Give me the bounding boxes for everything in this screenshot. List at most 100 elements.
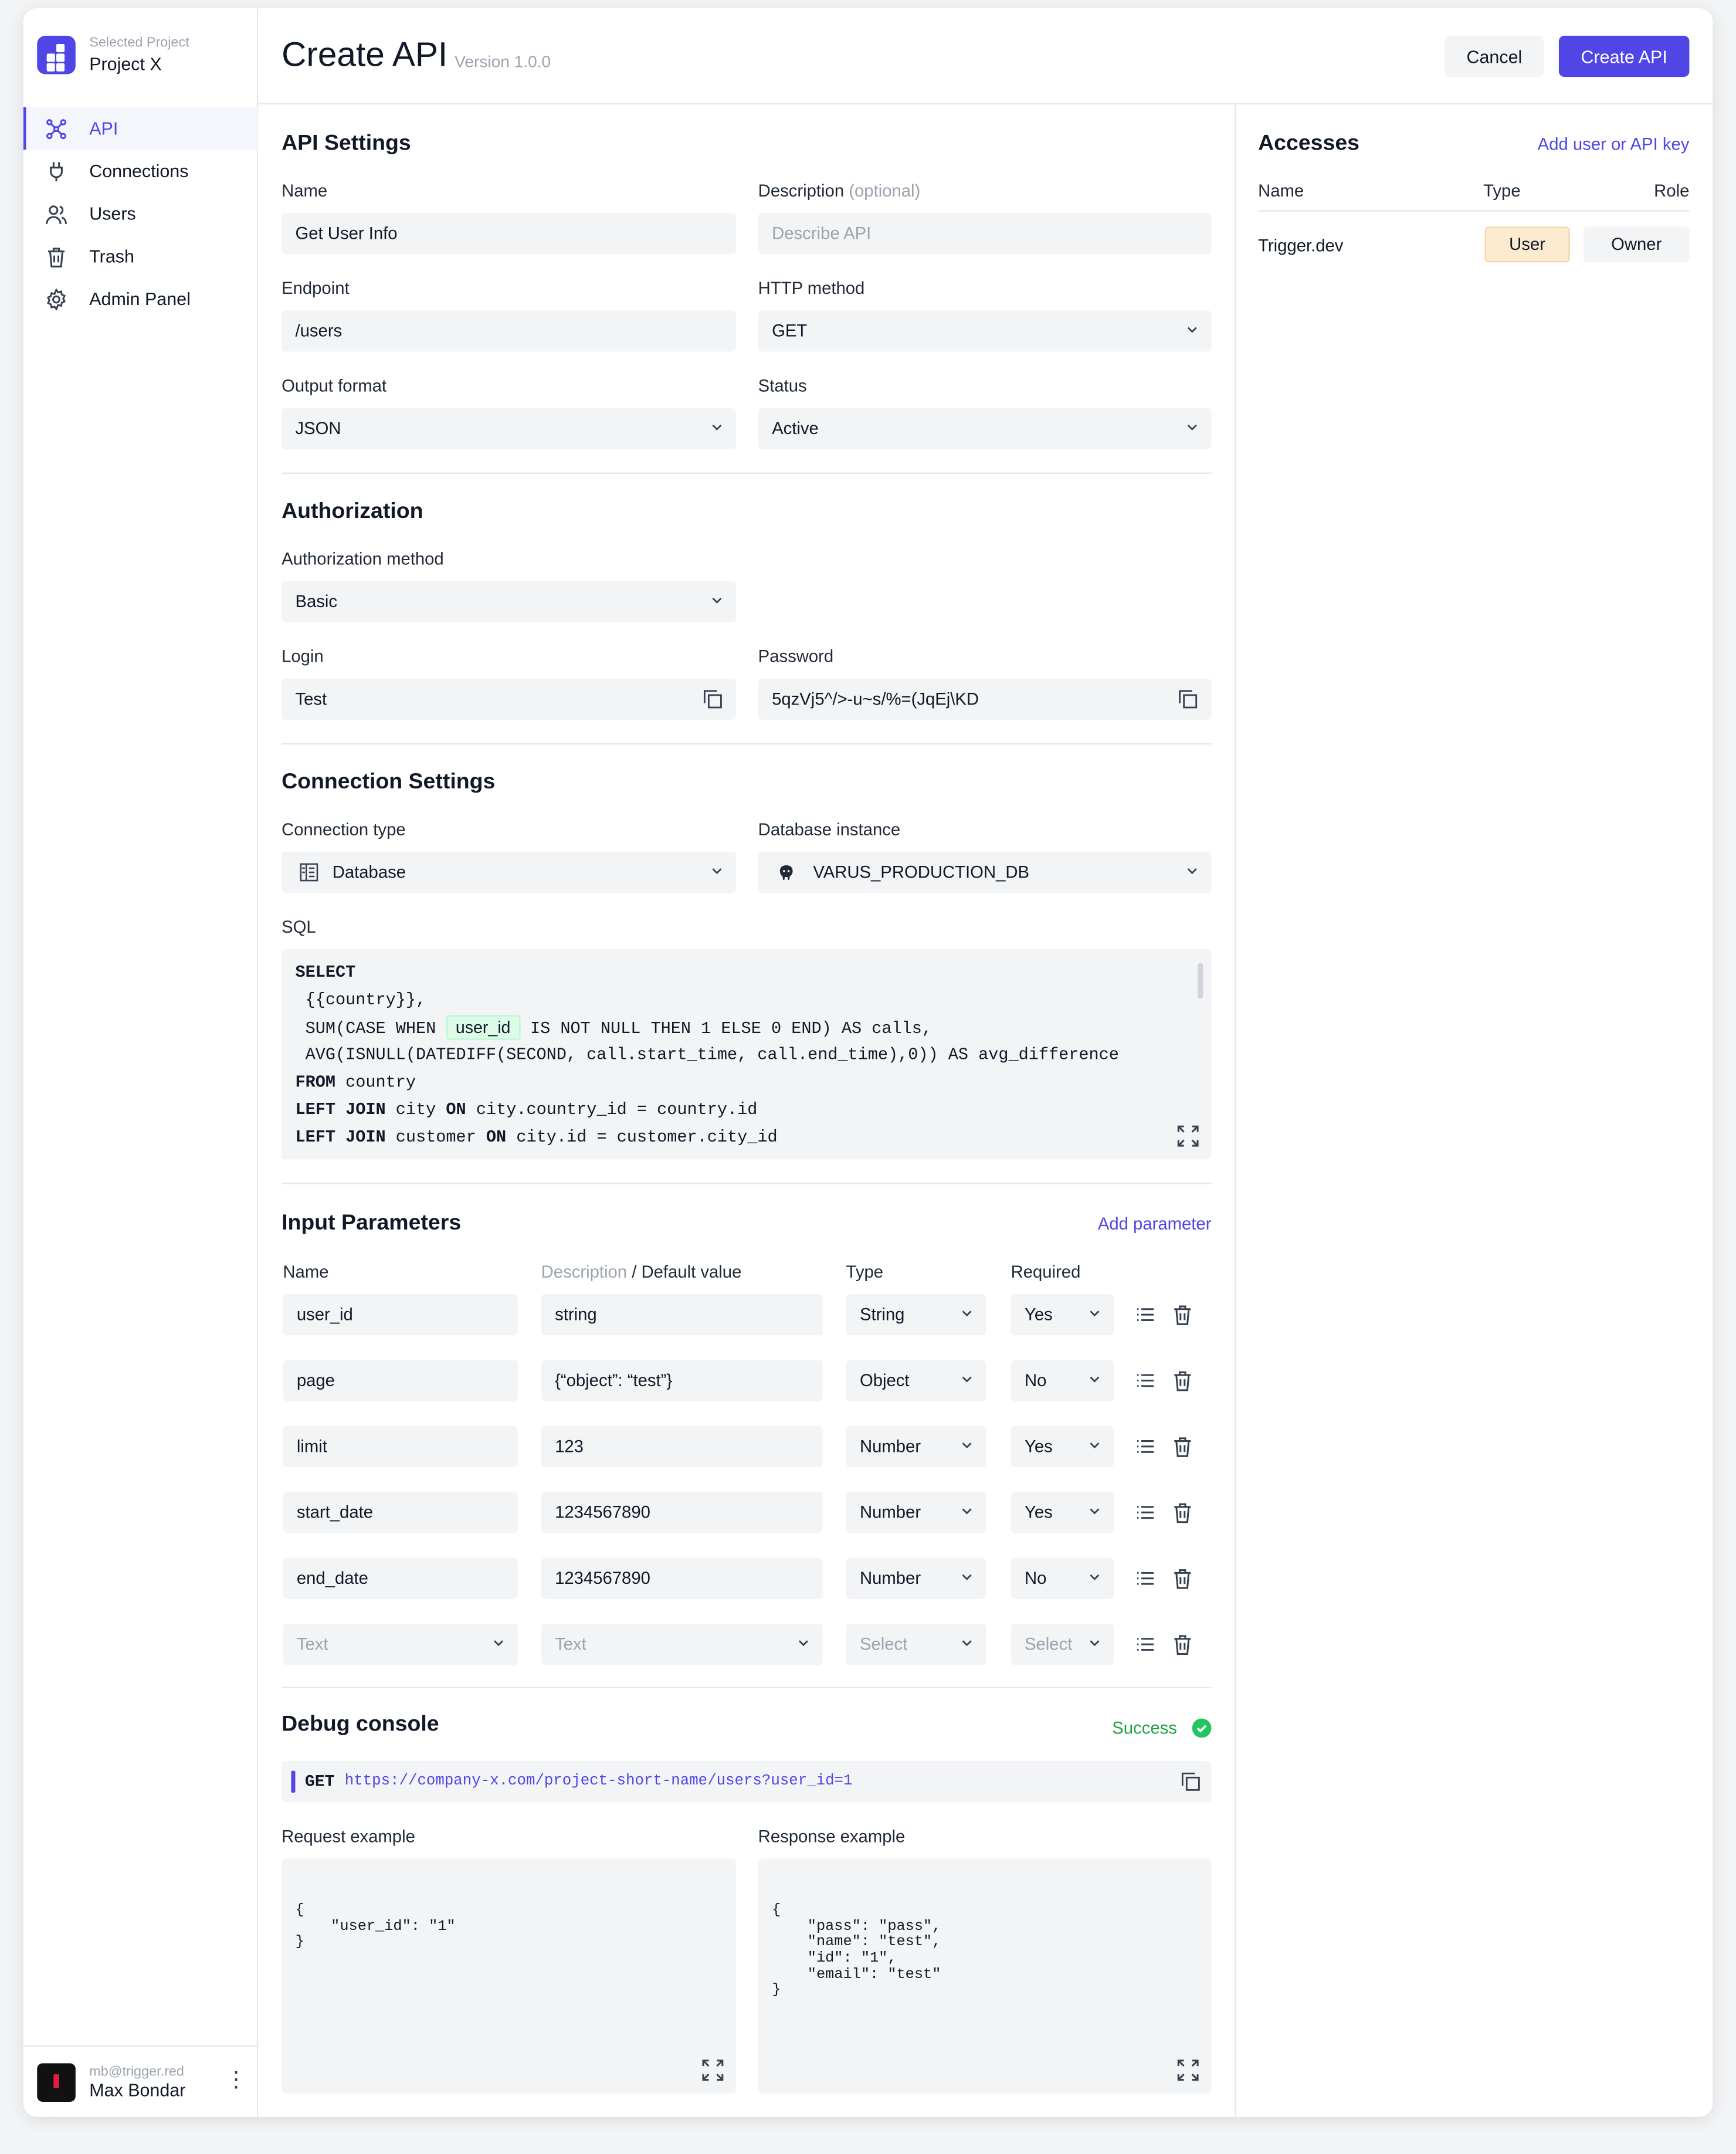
param-type-value: Number	[859, 1437, 921, 1457]
param-required-select[interactable]: No	[1011, 1557, 1114, 1599]
add-user-or-api-key-link[interactable]: Add user or API key	[1538, 134, 1690, 154]
access-role-select[interactable]: Owner	[1584, 226, 1690, 263]
database-instance-select[interactable]: VARUS_PRODUCTION_DB	[758, 851, 1212, 893]
trash-icon[interactable]	[1172, 1633, 1194, 1655]
name-field[interactable]: Get User Info	[282, 212, 737, 255]
trash-icon	[48, 247, 65, 267]
sql-line: LEFT JOIN city ON city.country_id = coun…	[295, 1098, 1198, 1125]
sidebar-item-api[interactable]: API	[23, 107, 259, 150]
request-example-editor[interactable]: { "user_id": "1" }	[282, 1858, 737, 2094]
param-default-field[interactable]: Text	[541, 1624, 823, 1665]
param-required-select[interactable]: Select	[1011, 1624, 1114, 1665]
output-format-select[interactable]: JSON	[282, 408, 737, 449]
response-example-editor[interactable]: { "pass": "pass", "name": "test", "id": …	[758, 1858, 1212, 2094]
password-field[interactable]: 5qzVj5^/>-u~s/%=(JqEj\KD	[758, 678, 1212, 720]
cancel-button[interactable]: Cancel	[1445, 35, 1544, 77]
chevron-down-icon	[798, 1640, 808, 1647]
sidebar-item-connections[interactable]: Connections	[23, 150, 258, 192]
param-name-field[interactable]: end_date	[283, 1557, 518, 1599]
param-name-field[interactable]: user_id	[283, 1293, 518, 1336]
param-default-value: 1234567890	[555, 1502, 650, 1522]
param-name-field[interactable]: Text	[283, 1624, 518, 1665]
copy-icon[interactable]	[1181, 1772, 1201, 1791]
sidebar-item-users[interactable]: Users	[23, 192, 258, 235]
connection-type-select[interactable]: Database	[282, 851, 737, 893]
status-select[interactable]: Active	[758, 408, 1212, 449]
password-label: Password	[758, 646, 834, 666]
optional-hint: (optional)	[849, 181, 921, 201]
sql-keyword: LEFT JOIN	[295, 1127, 386, 1147]
list-icon[interactable]	[1134, 1502, 1156, 1523]
auth-method-select[interactable]: Basic	[282, 581, 737, 622]
param-default-field[interactable]: 123	[541, 1425, 823, 1468]
input-parameters-heading: Input Parameters	[282, 1211, 462, 1235]
copy-icon[interactable]	[703, 690, 723, 709]
param-default-field[interactable]: 1234567890	[541, 1492, 823, 1533]
expand-icon[interactable]	[1177, 2059, 1199, 2081]
param-required-select[interactable]: Yes	[1011, 1425, 1114, 1468]
trash-icon[interactable]	[1172, 1567, 1194, 1589]
sql-text: SUM(CASE WHEN	[295, 1018, 446, 1038]
trash-icon[interactable]	[1172, 1435, 1194, 1457]
sql-label: SQL	[282, 917, 316, 937]
list-icon[interactable]	[1134, 1633, 1156, 1655]
output-format-value: JSON	[295, 419, 341, 439]
param-required-value: Select	[1024, 1634, 1073, 1654]
param-default-field[interactable]: 1234567890	[541, 1557, 823, 1599]
param-required-select[interactable]: Yes	[1011, 1293, 1114, 1336]
expand-icon[interactable]	[702, 2059, 724, 2081]
sidebar-item-trash[interactable]: Trash	[23, 235, 258, 277]
param-type-select[interactable]: Number	[846, 1425, 986, 1468]
connection-type-value: Database	[332, 862, 406, 882]
param-required-value: Yes	[1024, 1437, 1053, 1457]
copy-icon[interactable]	[1178, 690, 1198, 709]
list-icon[interactable]	[1134, 1303, 1156, 1325]
more-vertical-icon[interactable]: ⋮	[225, 2069, 247, 2094]
sql-editor[interactable]: SELECT {{country}}, SUM(CASE WHEN user_i…	[282, 949, 1212, 1160]
scrollbar[interactable]	[1198, 963, 1203, 999]
param-name-value: page	[296, 1371, 335, 1390]
trash-icon[interactable]	[1172, 1303, 1194, 1326]
param-col-description: Description / Default value	[541, 1262, 742, 1282]
expand-icon[interactable]	[1177, 1125, 1199, 1147]
param-required-select[interactable]: Yes	[1011, 1492, 1114, 1533]
param-type-select[interactable]: Number	[846, 1492, 986, 1533]
endpoint-field[interactable]: /users	[282, 310, 737, 352]
param-type-select[interactable]: String	[846, 1293, 986, 1336]
sql-parameter-tag[interactable]: user_id	[446, 1014, 520, 1039]
user-profile[interactable]: mb@trigger.red Max Bondar ⋮	[23, 2045, 259, 2117]
list-icon[interactable]	[1134, 1435, 1156, 1457]
param-name-field[interactable]: start_date	[283, 1492, 518, 1533]
trash-icon[interactable]	[1172, 1370, 1194, 1391]
access-type-badge[interactable]: User	[1484, 226, 1570, 263]
http-method-label: HTTP method	[758, 279, 865, 299]
login-label: Login	[282, 646, 324, 666]
param-default-field[interactable]: {“object”: “test”}	[541, 1360, 823, 1401]
param-default-field[interactable]: string	[541, 1293, 823, 1336]
sidebar-item-admin-panel[interactable]: Admin Panel	[23, 277, 258, 320]
project-selector[interactable]: Selected Project Project X	[37, 35, 189, 74]
add-parameter-link[interactable]: Add parameter	[1098, 1214, 1212, 1234]
param-type-select[interactable]: Select	[846, 1624, 986, 1665]
create-api-button[interactable]: Create API	[1558, 35, 1690, 77]
param-name-field[interactable]: page	[283, 1360, 518, 1401]
param-name-value: user_id	[296, 1305, 353, 1325]
param-required-value: Yes	[1024, 1305, 1053, 1325]
connection-settings-heading: Connection Settings	[282, 770, 496, 794]
login-field[interactable]: Test	[282, 678, 737, 720]
param-name-field[interactable]: limit	[283, 1425, 518, 1468]
description-field[interactable]: Describe API	[758, 212, 1212, 255]
param-required-select[interactable]: No	[1011, 1360, 1114, 1401]
param-type-select[interactable]: Number	[846, 1557, 986, 1599]
chevron-down-icon	[962, 1442, 972, 1449]
trash-icon[interactable]	[1172, 1502, 1194, 1523]
plug-icon	[50, 161, 63, 181]
list-icon[interactable]	[1134, 1567, 1156, 1589]
param-type-select[interactable]: Object	[846, 1360, 986, 1401]
sql-line: SELECT	[295, 960, 1198, 987]
request-url[interactable]: https://company-x.com/project-short-name…	[345, 1773, 853, 1790]
http-method-select[interactable]: GET	[758, 310, 1212, 352]
chevron-down-icon	[962, 1508, 972, 1515]
chevron-down-icon	[962, 1640, 972, 1647]
list-icon[interactable]	[1134, 1370, 1156, 1391]
